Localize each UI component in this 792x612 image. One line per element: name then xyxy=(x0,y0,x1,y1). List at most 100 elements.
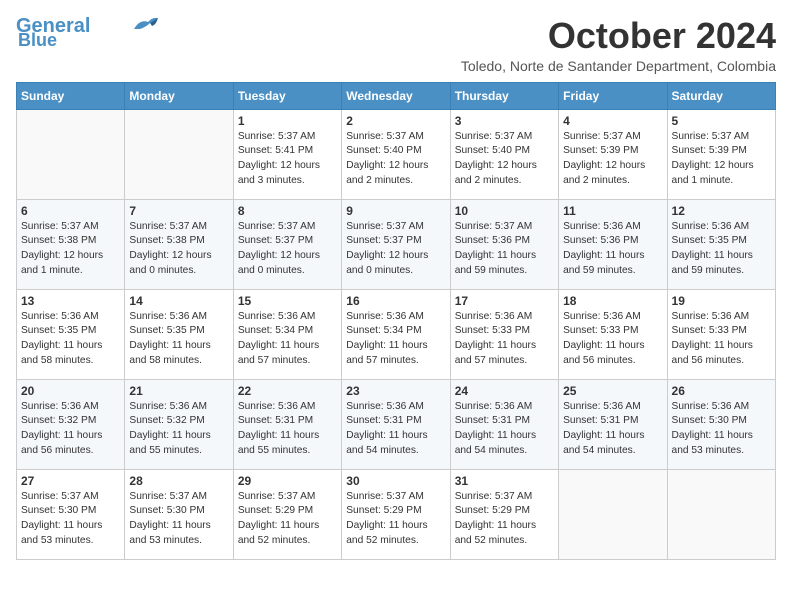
day-number: 19 xyxy=(672,294,771,308)
calendar-cell: 26 Sunrise: 5:36 AMSunset: 5:30 PMDayligh… xyxy=(667,379,775,469)
weekday-header: Saturday xyxy=(667,82,775,109)
day-info: Sunrise: 5:36 AMSunset: 5:31 PMDaylight:… xyxy=(346,400,445,459)
day-info: Sunrise: 5:36 AMSunset: 5:35 PMDaylight:… xyxy=(129,310,228,369)
day-number: 5 xyxy=(672,114,771,128)
page-header: General Blue October 2024 Toledo, Norte … xyxy=(16,16,776,74)
day-info: Sunrise: 5:37 AMSunset: 5:30 PMDaylight:… xyxy=(21,490,120,549)
calendar-cell: 16 Sunrise: 5:36 AMSunset: 5:34 PMDayligh… xyxy=(342,289,450,379)
day-info: Sunrise: 5:36 AMSunset: 5:31 PMDaylight:… xyxy=(238,400,337,459)
day-number: 15 xyxy=(238,294,337,308)
day-info: Sunrise: 5:36 AMSunset: 5:31 PMDaylight:… xyxy=(455,400,554,459)
calendar-cell: 11 Sunrise: 5:36 AMSunset: 5:36 PMDayligh… xyxy=(559,199,667,289)
weekday-header: Thursday xyxy=(450,82,558,109)
day-number: 31 xyxy=(455,474,554,488)
calendar-cell: 30Sunrise: 5:37 AMSunset: 5:29 PMDayligh… xyxy=(342,469,450,559)
calendar-table: SundayMondayTuesdayWednesdayThursdayFrid… xyxy=(16,82,776,560)
calendar-cell: 17 Sunrise: 5:36 AMSunset: 5:33 PMDayligh… xyxy=(450,289,558,379)
day-info: Sunrise: 5:37 AMSunset: 5:40 PMDaylight:… xyxy=(346,130,445,189)
day-info: Sunrise: 5:36 AMSunset: 5:30 PMDaylight:… xyxy=(672,400,771,459)
calendar-cell: 14Sunrise: 5:36 AMSunset: 5:35 PMDayligh… xyxy=(125,289,233,379)
day-number: 30 xyxy=(346,474,445,488)
day-number: 23 xyxy=(346,384,445,398)
day-info: Sunrise: 5:36 AMSunset: 5:33 PMDaylight:… xyxy=(455,310,554,369)
weekday-header: Monday xyxy=(125,82,233,109)
calendar-cell: 8Sunrise: 5:37 AMSunset: 5:37 PMDaylight… xyxy=(233,199,341,289)
day-info: Sunrise: 5:37 AMSunset: 5:38 PMDaylight:… xyxy=(129,220,228,279)
day-info: Sunrise: 5:36 AMSunset: 5:36 PMDaylight:… xyxy=(563,220,662,279)
calendar-cell xyxy=(125,109,233,199)
calendar-cell: 21 Sunrise: 5:36 AMSunset: 5:32 PMDayligh… xyxy=(125,379,233,469)
calendar-cell: 5 Sunrise: 5:37 AMSunset: 5:39 PMDaylight… xyxy=(667,109,775,199)
day-number: 21 xyxy=(129,384,228,398)
month-title: October 2024 xyxy=(461,16,776,56)
weekday-header: Tuesday xyxy=(233,82,341,109)
logo-blue: Blue xyxy=(18,30,57,51)
day-info: Sunrise: 5:36 AMSunset: 5:33 PMDaylight:… xyxy=(672,310,771,369)
calendar-cell: 4 Sunrise: 5:37 AMSunset: 5:39 PMDaylight… xyxy=(559,109,667,199)
day-number: 27 xyxy=(21,474,120,488)
day-number: 16 xyxy=(346,294,445,308)
day-number: 3 xyxy=(455,114,554,128)
weekday-header: Wednesday xyxy=(342,82,450,109)
calendar-cell: 9 Sunrise: 5:37 AMSunset: 5:37 PMDaylight… xyxy=(342,199,450,289)
logo: General Blue xyxy=(16,16,160,51)
weekday-header: Sunday xyxy=(17,82,125,109)
day-info: Sunrise: 5:36 AMSunset: 5:31 PMDaylight:… xyxy=(563,400,662,459)
day-number: 17 xyxy=(455,294,554,308)
day-number: 26 xyxy=(672,384,771,398)
calendar-cell xyxy=(559,469,667,559)
calendar-cell: 28 Sunrise: 5:37 AMSunset: 5:30 PMDayligh… xyxy=(125,469,233,559)
day-info: Sunrise: 5:36 AMSunset: 5:35 PMDaylight:… xyxy=(672,220,771,279)
calendar-cell: 6 Sunrise: 5:37 AMSunset: 5:38 PMDaylight… xyxy=(17,199,125,289)
calendar-cell xyxy=(17,109,125,199)
day-number: 7 xyxy=(129,204,228,218)
calendar-cell: 12Sunrise: 5:36 AMSunset: 5:35 PMDayligh… xyxy=(667,199,775,289)
day-number: 22 xyxy=(238,384,337,398)
calendar-cell: 7 Sunrise: 5:37 AMSunset: 5:38 PMDaylight… xyxy=(125,199,233,289)
calendar-cell: 23 Sunrise: 5:36 AMSunset: 5:31 PMDayligh… xyxy=(342,379,450,469)
calendar-cell: 29 Sunrise: 5:37 AMSunset: 5:29 PMDayligh… xyxy=(233,469,341,559)
day-number: 13 xyxy=(21,294,120,308)
day-info: Sunrise: 5:36 AMSunset: 5:34 PMDaylight:… xyxy=(238,310,337,369)
day-info: Sunrise: 5:36 AMSunset: 5:34 PMDaylight:… xyxy=(346,310,445,369)
day-info: Sunrise: 5:36 AMSunset: 5:32 PMDaylight:… xyxy=(129,400,228,459)
day-number: 1 xyxy=(238,114,337,128)
day-info: Sunrise: 5:37 AMSunset: 5:40 PMDaylight:… xyxy=(455,130,554,189)
title-area: October 2024 Toledo, Norte de Santander … xyxy=(461,16,776,74)
day-number: 8 xyxy=(238,204,337,218)
day-number: 28 xyxy=(129,474,228,488)
calendar-cell: 13 Sunrise: 5:36 AMSunset: 5:35 PMDayligh… xyxy=(17,289,125,379)
calendar-cell: 1 Sunrise: 5:37 AMSunset: 5:41 PMDaylight… xyxy=(233,109,341,199)
calendar-cell: 15 Sunrise: 5:36 AMSunset: 5:34 PMDayligh… xyxy=(233,289,341,379)
calendar-cell: 24 Sunrise: 5:36 AMSunset: 5:31 PMDayligh… xyxy=(450,379,558,469)
calendar-cell: 19 Sunrise: 5:36 AMSunset: 5:33 PMDayligh… xyxy=(667,289,775,379)
day-info: Sunrise: 5:37 AMSunset: 5:36 PMDaylight:… xyxy=(455,220,554,279)
calendar-cell: 27 Sunrise: 5:37 AMSunset: 5:30 PMDayligh… xyxy=(17,469,125,559)
day-info: Sunrise: 5:37 AMSunset: 5:39 PMDaylight:… xyxy=(563,130,662,189)
day-info: Sunrise: 5:37 AMSunset: 5:39 PMDaylight:… xyxy=(672,130,771,189)
day-number: 24 xyxy=(455,384,554,398)
calendar-cell: 3 Sunrise: 5:37 AMSunset: 5:40 PMDaylight… xyxy=(450,109,558,199)
day-number: 20 xyxy=(21,384,120,398)
day-number: 11 xyxy=(563,204,662,218)
day-info: Sunrise: 5:36 AMSunset: 5:33 PMDaylight:… xyxy=(563,310,662,369)
day-number: 29 xyxy=(238,474,337,488)
day-number: 10 xyxy=(455,204,554,218)
day-info: Sunrise: 5:36 AMSunset: 5:32 PMDaylight:… xyxy=(21,400,120,459)
calendar-cell: 18 Sunrise: 5:36 AMSunset: 5:33 PMDayligh… xyxy=(559,289,667,379)
calendar-cell: 22 Sunrise: 5:36 AMSunset: 5:31 PMDayligh… xyxy=(233,379,341,469)
day-info: Sunrise: 5:36 AMSunset: 5:35 PMDaylight:… xyxy=(21,310,120,369)
day-info: Sunrise: 5:37 AMSunset: 5:30 PMDaylight:… xyxy=(129,490,228,549)
day-number: 18 xyxy=(563,294,662,308)
day-info: Sunrise: 5:37 AMSunset: 5:38 PMDaylight:… xyxy=(21,220,120,279)
day-number: 4 xyxy=(563,114,662,128)
day-number: 25 xyxy=(563,384,662,398)
day-info: Sunrise: 5:37 AMSunset: 5:41 PMDaylight:… xyxy=(238,130,337,189)
calendar-cell: 10 Sunrise: 5:37 AMSunset: 5:36 PMDayligh… xyxy=(450,199,558,289)
day-number: 9 xyxy=(346,204,445,218)
calendar-cell: 31Sunrise: 5:37 AMSunset: 5:29 PMDayligh… xyxy=(450,469,558,559)
day-info: Sunrise: 5:37 AMSunset: 5:29 PMDaylight:… xyxy=(238,490,337,549)
day-number: 6 xyxy=(21,204,120,218)
day-info: Sunrise: 5:37 AMSunset: 5:37 PMDaylight:… xyxy=(346,220,445,279)
day-number: 2 xyxy=(346,114,445,128)
